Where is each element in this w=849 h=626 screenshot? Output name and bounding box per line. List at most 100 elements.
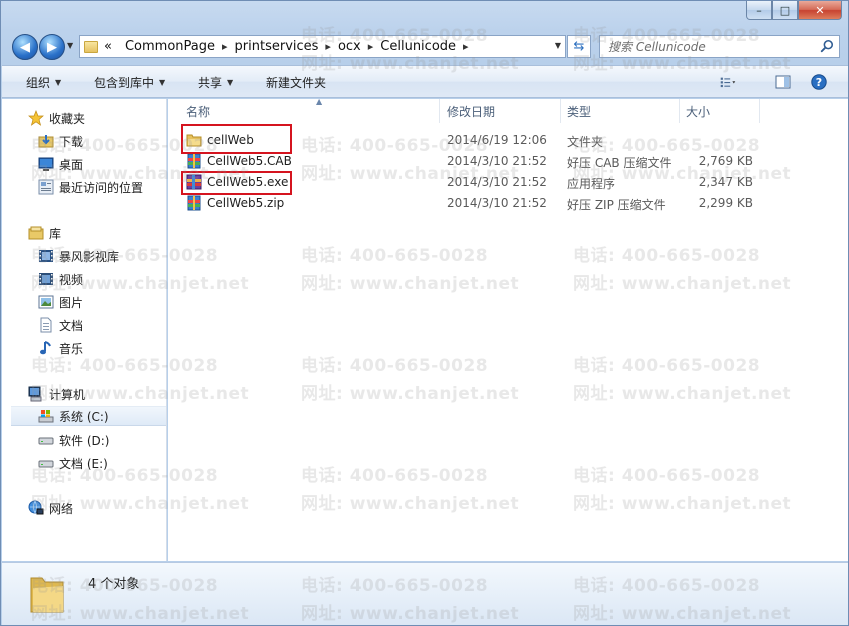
music-note-icon xyxy=(40,341,51,355)
video-library-icon xyxy=(39,250,53,262)
file-name[interactable]: CellWeb5.CAB xyxy=(207,154,292,168)
recent-pages-dropdown[interactable]: ▼ xyxy=(67,41,73,50)
details-pane: 4 个对象 xyxy=(2,562,848,625)
document-icon xyxy=(40,317,52,333)
sidebar-item-label: 音乐 xyxy=(59,341,84,356)
column-header-name[interactable]: 名称 ▲ xyxy=(180,97,440,123)
sidebar-favorites[interactable]: 收藏夹 xyxy=(28,108,191,128)
file-row[interactable]: CellWeb5.zip 2014/3/10 21:52 好压 ZIP 压缩文件… xyxy=(180,193,780,214)
sidebar-item-label: 最近访问的位置 xyxy=(59,180,144,195)
system-drive-icon xyxy=(38,410,54,423)
network-icon xyxy=(28,500,44,515)
minimize-button[interactable]: – xyxy=(746,1,772,20)
chevron-right-icon[interactable]: ▸ xyxy=(368,40,374,53)
chevron-down-icon[interactable]: ▼ xyxy=(555,41,561,50)
download-folder-icon xyxy=(38,135,54,148)
column-header-type[interactable]: 类型 xyxy=(561,99,680,123)
highlight-box xyxy=(181,171,292,195)
caption-buttons: – □ ✕ xyxy=(746,1,842,21)
computer-icon xyxy=(28,386,42,402)
arrow-left-icon: ◀ xyxy=(20,39,30,55)
refresh-button[interactable]: ⇆ xyxy=(567,35,591,58)
address-bar[interactable]: « CommonPage ▸ printservices ▸ ocx ▸ Cel… xyxy=(79,35,566,58)
sidebar-computer-label: 计算机 xyxy=(49,387,86,402)
folder-icon xyxy=(30,577,64,613)
preview-pane-icon[interactable] xyxy=(775,74,791,90)
chevron-right-icon[interactable]: ▸ xyxy=(463,40,469,53)
sidebar-item-label: 图片 xyxy=(59,295,84,310)
column-header-size[interactable]: 大小 xyxy=(680,99,760,123)
library-icon xyxy=(28,226,44,240)
file-size: 2,299 KB xyxy=(698,196,753,210)
sidebar-item-label: 文档 (E:) xyxy=(59,456,108,471)
refresh-icon: ⇆ xyxy=(573,39,585,54)
folder-icon xyxy=(84,40,98,53)
chevron-right-icon[interactable]: ▸ xyxy=(325,40,331,53)
sidebar-item-label: 桌面 xyxy=(59,157,84,172)
breadcrumb-item[interactable]: CommonPage xyxy=(125,39,215,54)
file-row[interactable]: CellWeb5.CAB 2014/3/10 21:52 好压 CAB 压缩文件… xyxy=(180,151,780,172)
file-size: 2,769 KB xyxy=(698,154,753,168)
organize-label: 组织 xyxy=(26,76,51,90)
sidebar-libraries-label: 库 xyxy=(49,226,62,241)
chevron-down-icon: ▼ xyxy=(227,78,234,87)
file-modified: 2014/3/10 21:52 xyxy=(447,175,547,189)
file-size: 2,347 KB xyxy=(698,175,753,189)
sidebar-item-label: 软件 (D:) xyxy=(59,433,110,448)
command-bar: 组织 ▼ 包含到库中 ▼ 共享 ▼ 新建文件夹 ? xyxy=(2,65,848,98)
arrow-right-icon: ▶ xyxy=(47,39,57,55)
breadcrumb-item[interactable]: printservices xyxy=(235,39,319,54)
sidebar-item-label: 下载 xyxy=(59,134,84,149)
back-button[interactable]: ◀ xyxy=(12,34,38,60)
include-in-library-label: 包含到库中 xyxy=(94,76,155,90)
close-button[interactable]: ✕ xyxy=(798,1,842,20)
file-modified: 2014/6/19 12:06 xyxy=(447,133,547,147)
file-modified: 2014/3/10 21:52 xyxy=(447,196,547,210)
item-count: 4 个对象 xyxy=(88,577,140,592)
file-name[interactable]: CellWeb5.zip xyxy=(207,196,284,210)
search-input[interactable]: 搜索 Cellunicode xyxy=(599,35,840,58)
file-type: 好压 CAB 压缩文件 xyxy=(567,156,672,170)
sidebar-computer[interactable]: 计算机 xyxy=(28,384,191,404)
sidebar-libraries[interactable]: 库 xyxy=(28,223,191,243)
file-type: 文件夹 xyxy=(567,135,604,149)
file-type: 应用程序 xyxy=(567,177,616,191)
column-header-label: 修改日期 xyxy=(447,104,496,119)
maximize-button[interactable]: □ xyxy=(772,1,798,20)
archive-icon xyxy=(187,195,201,211)
new-folder-button[interactable]: 新建文件夹 xyxy=(266,74,326,91)
view-options-icon[interactable] xyxy=(720,74,736,90)
hard-drive-icon xyxy=(38,437,54,445)
help-icon[interactable]: ? xyxy=(811,74,827,90)
sidebar-favorites-label: 收藏夹 xyxy=(49,111,86,126)
archive-icon xyxy=(187,153,201,169)
sidebar-item-label: 文档 xyxy=(59,318,84,333)
sidebar-item-drive-c[interactable]: 系统 (C:) xyxy=(11,406,166,426)
share-menu[interactable]: 共享 ▼ xyxy=(198,74,233,91)
picture-icon xyxy=(38,295,54,309)
search-icon[interactable] xyxy=(820,39,834,53)
column-header-label: 名称 xyxy=(186,104,211,119)
sort-ascending-icon: ▲ xyxy=(316,97,323,106)
sidebar-network[interactable]: 网络 xyxy=(28,498,191,518)
navigation-pane: 收藏夹 下载 桌面 最近访问的位置 库 暴风影视库 视频 图片 文档 音乐 计算… xyxy=(2,99,167,561)
film-icon xyxy=(39,273,53,285)
include-in-library-menu[interactable]: 包含到库中 ▼ xyxy=(94,74,165,91)
breadcrumb-item[interactable]: Cellunicode xyxy=(380,39,456,54)
sidebar-item-label: 暴风影视库 xyxy=(59,249,120,264)
forward-button[interactable]: ▶ xyxy=(39,34,65,60)
file-modified: 2014/3/10 21:52 xyxy=(447,154,547,168)
column-header-label: 类型 xyxy=(567,104,592,119)
desktop-icon xyxy=(38,157,54,171)
hard-drive-icon xyxy=(38,460,54,468)
breadcrumb-item[interactable]: ocx xyxy=(338,39,361,54)
column-header-modified[interactable]: 修改日期 xyxy=(441,99,561,123)
sidebar-item-label: 系统 (C:) xyxy=(59,409,109,424)
new-folder-label: 新建文件夹 xyxy=(266,76,327,90)
breadcrumb-overflow[interactable]: « xyxy=(104,39,112,54)
chevron-right-icon[interactable]: ▸ xyxy=(222,40,228,53)
organize-menu[interactable]: 组织 ▼ xyxy=(26,74,61,91)
share-label: 共享 xyxy=(198,76,223,90)
explorer-window: – □ ✕ ◀ ▶ ▼ « CommonPage ▸ printservices… xyxy=(0,0,849,626)
recent-places-icon xyxy=(38,179,54,195)
